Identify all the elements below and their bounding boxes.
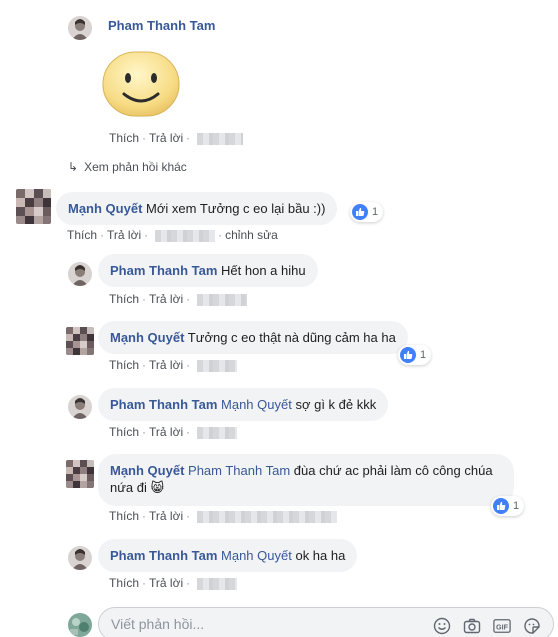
reply-author[interactable]: Pham Thanh Tam [110,397,217,412]
reply-link[interactable]: Trả lời [149,509,183,523]
avatar[interactable] [16,189,51,224]
reply-actions: Thích · Trả lời · [109,358,238,372]
like-link[interactable]: Thích [109,358,139,372]
reply-author[interactable]: Mạnh Quyết [110,463,184,478]
reply-link[interactable]: Trả lời [149,358,183,372]
comment-text: Mới xem Tưởng c eo lại bầu :)) [146,201,326,216]
timestamp-blurred [197,577,238,590]
like-link[interactable]: Thích [109,292,139,306]
reaction-count-label: 1 [513,500,520,512]
reply-composer: GIF [98,607,554,637]
reply-arrow-icon: ↳ [68,160,79,174]
reply-input[interactable] [111,616,411,632]
reply-link[interactable]: Trả lời [149,425,183,439]
emoji-icon[interactable] [433,617,451,635]
reply-link[interactable]: Trả lời [107,228,141,242]
reply-link[interactable]: Trả lời [149,576,183,590]
reply-mention[interactable]: Mạnh Quyết [221,397,292,412]
thumbs-up-icon [352,204,368,220]
edited-label[interactable]: chỉnh sửa [225,228,278,242]
reply-actions: Thích · Trả lời · [109,509,338,523]
reply-bubble: Pham Thanh Tam Hết hon a hihu [98,254,318,287]
reply-author[interactable]: Pham Thanh Tam [110,548,217,563]
reply-author[interactable]: Mạnh Quyết [110,330,184,345]
reply-mention[interactable]: Pham Thanh Tam [188,463,290,478]
reply-text: sợ gì k đẻ kkk [295,397,377,412]
timestamp-blurred [197,132,244,145]
comment-author[interactable]: Mạnh Quyết [68,201,142,216]
timestamp-blurred [197,293,248,306]
comment-actions: Thích · Trả lời · [109,131,244,145]
view-more-replies-link[interactable]: ↳ Xem phản hồi khác [68,160,187,174]
current-user-avatar [68,613,92,637]
reaction-count-label: 1 [420,349,427,361]
like-link[interactable]: Thích [109,425,139,439]
reaction-count[interactable]: 1 [350,202,384,222]
reply-actions: Thích · Trả lời · [109,576,238,590]
like-link[interactable]: Thích [67,228,97,242]
camera-icon[interactable] [463,617,481,635]
comment-author[interactable]: Pham Thanh Tam [108,18,215,33]
avatar[interactable] [68,546,92,570]
comment-actions: Thích · Trả lời · · chỉnh sửa [67,228,278,242]
smiley-sticker [100,50,182,118]
timestamp-blurred [197,359,238,372]
like-link[interactable]: Thích [109,131,139,145]
reply-bubble: Pham Thanh Tam Mạnh Quyết ok ha ha [98,539,358,572]
svg-text:GIF: GIF [496,623,509,632]
avatar[interactable] [68,16,92,40]
gif-icon[interactable]: GIF [493,617,511,635]
reply-bubble: Pham Thanh Tam Mạnh Quyết sợ gì k đẻ kkk [98,388,389,421]
like-link[interactable]: Thích [109,576,139,590]
like-link[interactable]: Thích [109,509,139,523]
reply-actions: Thích · Trả lời · [109,425,238,439]
avatar[interactable] [68,395,92,419]
reply-text: ok ha ha [295,548,346,563]
thumbs-up-icon [493,498,509,514]
reply-bubble: Mạnh Quyết Pham Thanh Tam đùa chứ ac phả… [98,454,514,506]
view-more-replies-label: Xem phản hồi khác [84,160,187,174]
reply-actions: Thích · Trả lời · [109,292,248,306]
thumbs-up-icon [400,347,416,363]
reply-text: Hết hon a hihu [221,263,306,278]
reply-link[interactable]: Trả lời [149,131,183,145]
sticker-icon[interactable] [523,617,541,635]
reply-text: Tưởng c eo thật nà dũng cảm ha ha [187,330,396,345]
reply-author[interactable]: Pham Thanh Tam [110,263,217,278]
reply-bubble: Mạnh Quyết Tưởng c eo thật nà dũng cảm h… [98,321,408,354]
reaction-count-label: 1 [372,206,379,218]
avatar[interactable] [66,327,94,355]
timestamp-blurred [155,229,216,242]
comment-bubble: Mạnh Quyết Mới xem Tưởng c eo lại bầu :)… [56,192,338,225]
timestamp-blurred [197,426,238,439]
reply-link[interactable]: Trả lời [149,292,183,306]
grinning-cat-emoji: 😸 [150,480,165,495]
avatar[interactable] [68,262,92,286]
reaction-count[interactable]: 1 [398,345,432,365]
reaction-count[interactable]: 1 [491,496,525,516]
avatar[interactable] [66,460,94,488]
timestamp-blurred [197,510,338,523]
reply-mention[interactable]: Mạnh Quyết [221,548,292,563]
